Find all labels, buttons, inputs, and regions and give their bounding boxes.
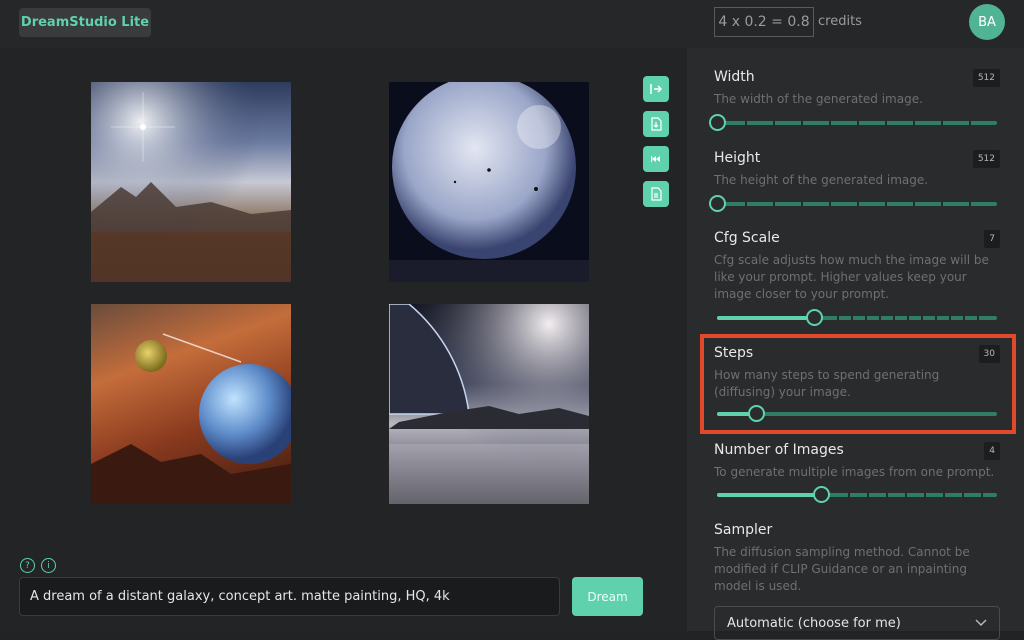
download-icon[interactable] bbox=[643, 111, 669, 137]
width-value: 512 bbox=[972, 69, 1000, 87]
number-of-images-setting: Number of Images 4 To generate multiple … bbox=[714, 442, 1000, 481]
height-slider[interactable] bbox=[709, 195, 997, 212]
width-desc: The width of the generated image. bbox=[714, 92, 923, 106]
export-icon[interactable] bbox=[643, 76, 669, 102]
cfg-scale-title: Cfg Scale bbox=[714, 230, 780, 246]
height-setting: Height 512 The height of the generated i… bbox=[714, 150, 1000, 189]
width-slider[interactable] bbox=[709, 114, 997, 131]
cfg-scale-desc: Cfg scale adjusts how much the image wil… bbox=[714, 253, 989, 301]
height-value: 512 bbox=[972, 150, 1000, 168]
brand-button[interactable]: DreamStudio Lite bbox=[19, 8, 151, 37]
generated-image-2[interactable] bbox=[389, 82, 589, 282]
height-slider-handle[interactable] bbox=[709, 195, 726, 212]
sampler-title: Sampler bbox=[714, 522, 773, 538]
help-icons: ? i bbox=[20, 558, 56, 573]
sampler-selected-value: Automatic (choose for me) bbox=[727, 615, 901, 631]
number-of-images-desc: To generate multiple images from one pro… bbox=[714, 465, 995, 479]
question-icon[interactable]: ? bbox=[20, 558, 35, 573]
width-title: Width bbox=[714, 69, 755, 85]
chevron-down-icon bbox=[975, 616, 987, 631]
dream-button[interactable]: Dream bbox=[572, 577, 643, 616]
height-desc: The height of the generated image. bbox=[714, 173, 929, 187]
steps-highlight-box bbox=[700, 334, 1016, 434]
cfg-scale-slider-handle[interactable] bbox=[806, 309, 823, 326]
number-of-images-value: 4 bbox=[984, 442, 1000, 460]
cfg-scale-setting: Cfg Scale 7 Cfg scale adjusts how much t… bbox=[714, 230, 1000, 303]
cfg-scale-value: 7 bbox=[984, 230, 1000, 248]
generated-image-1[interactable] bbox=[91, 82, 291, 282]
rewind-icon[interactable] bbox=[643, 146, 669, 172]
credits-label: credits bbox=[818, 14, 862, 29]
width-slider-handle[interactable] bbox=[709, 114, 726, 131]
credits-formula: 4 x 0.2 = 0.8 bbox=[714, 7, 814, 37]
generated-image-4[interactable] bbox=[389, 304, 589, 504]
file-icon[interactable] bbox=[643, 181, 669, 207]
sampler-select[interactable]: Automatic (choose for me) bbox=[714, 606, 1000, 640]
height-title: Height bbox=[714, 150, 761, 166]
info-icon[interactable]: i bbox=[41, 558, 56, 573]
number-of-images-slider[interactable] bbox=[717, 486, 997, 503]
cfg-scale-slider[interactable] bbox=[717, 309, 997, 326]
sampler-desc: The diffusion sampling method. Cannot be… bbox=[714, 545, 970, 593]
width-setting: Width 512 The width of the generated ima… bbox=[714, 69, 1000, 108]
avatar[interactable]: BA bbox=[969, 4, 1005, 40]
number-of-images-slider-handle[interactable] bbox=[813, 486, 830, 503]
number-of-images-title: Number of Images bbox=[714, 442, 844, 458]
sampler-setting: Sampler The diffusion sampling method. C… bbox=[714, 522, 1000, 595]
generated-image-3[interactable] bbox=[91, 304, 291, 504]
prompt-input[interactable]: A dream of a distant galaxy, concept art… bbox=[19, 577, 560, 616]
top-bar: DreamStudio Lite 4 x 0.2 = 0.8 credits B… bbox=[0, 0, 1024, 48]
